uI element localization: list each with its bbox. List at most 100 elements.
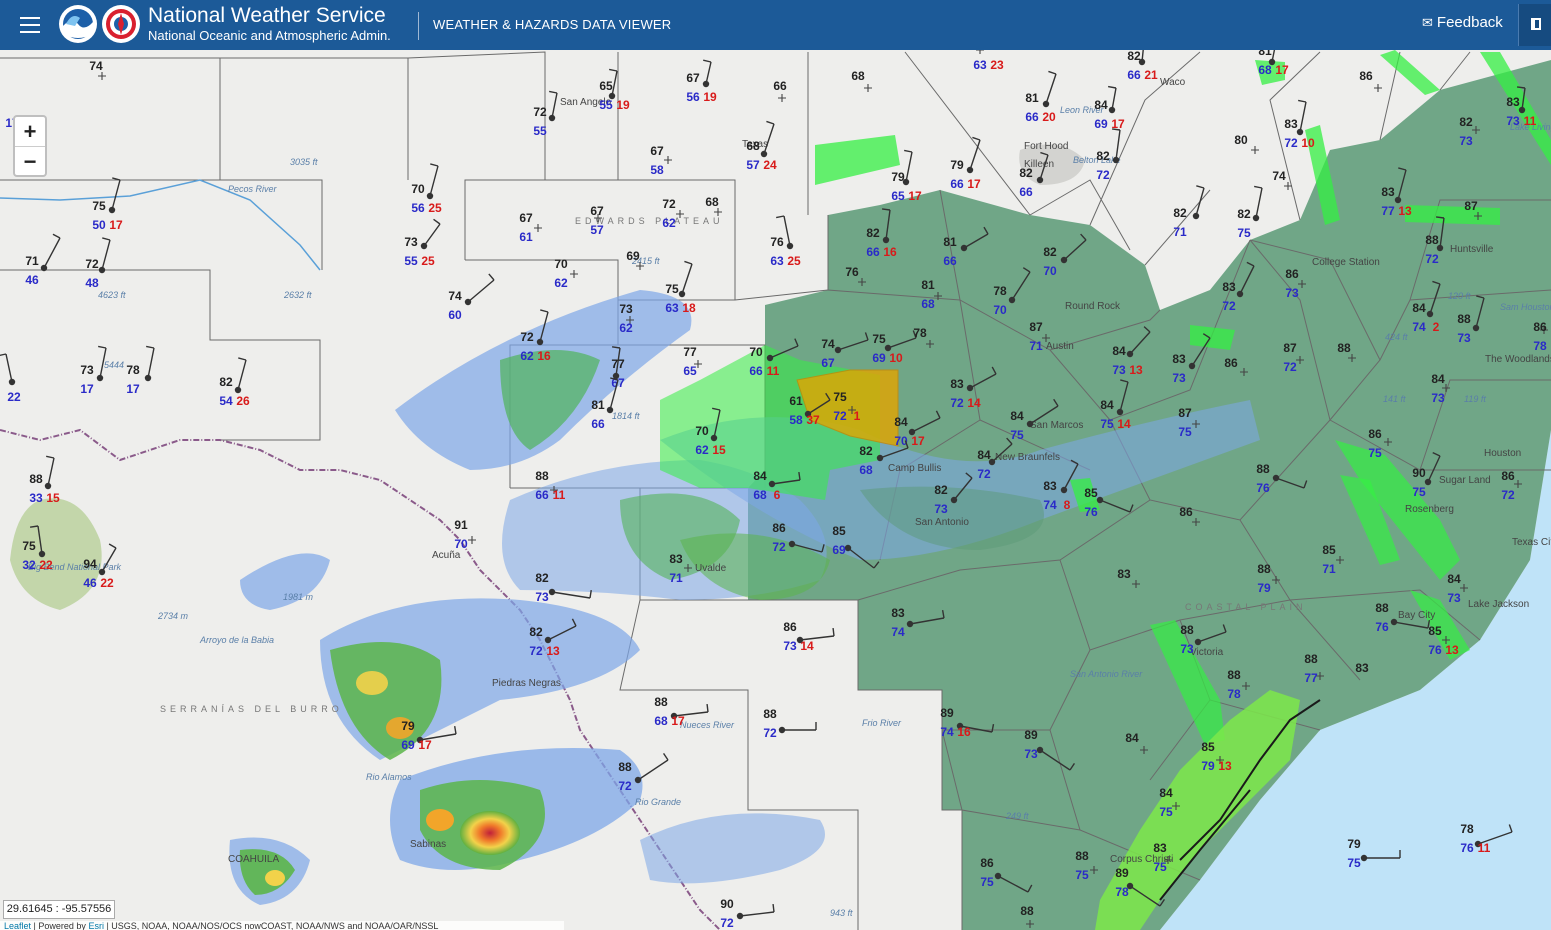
dewpoint-value: 72: [618, 779, 632, 793]
temperature-value: 88: [1337, 341, 1351, 355]
temperature-value: 88: [1075, 849, 1089, 863]
gust-value: 16: [883, 245, 897, 259]
station-dot: [1060, 486, 1068, 494]
dewpoint-value: 57: [746, 158, 760, 172]
panel-toggle-button[interactable]: [1518, 4, 1551, 46]
place-label: Camp Bullis: [888, 463, 941, 474]
temperature-value: 86: [1224, 356, 1238, 370]
temperature-value: 82: [219, 375, 233, 389]
temperature-value: 71: [25, 254, 39, 268]
temperature-value: 74: [1272, 169, 1286, 183]
dewpoint-value: 73: [1180, 642, 1194, 656]
zoom-in-button[interactable]: +: [15, 117, 45, 147]
feature-label: 2632 ft: [283, 290, 312, 300]
map-canvas[interactable]: EDWARDS PLATEAUSERRANÍAS DEL BURROCOASTA…: [0, 50, 1551, 930]
temperature-value: 61: [789, 394, 803, 408]
gust-value: 8: [1064, 498, 1071, 512]
station-dot: [1042, 100, 1050, 108]
dewpoint-value: 78: [1227, 687, 1241, 701]
feature-label: 943 ft: [830, 908, 853, 918]
station-plot[interactable]: 83: [1355, 661, 1369, 675]
place-label: Huntsville: [1450, 244, 1494, 255]
temperature-value: 81: [921, 278, 935, 292]
dewpoint-value: 78: [1115, 885, 1129, 899]
temperature-value: 88: [29, 472, 43, 486]
temperature-value: 83: [1355, 661, 1369, 675]
station-dot: [144, 374, 152, 382]
leaflet-link[interactable]: Leaflet: [4, 921, 31, 930]
feedback-button[interactable]: ✉ Feedback: [1422, 14, 1503, 31]
station-dot: [1036, 746, 1044, 754]
temperature-value: 83: [1284, 117, 1298, 131]
dewpoint-value: 22: [7, 390, 21, 404]
zoom-control: + −: [13, 115, 47, 177]
gust-value: 20: [1042, 110, 1056, 124]
dewpoint-value: 66: [950, 177, 964, 191]
temperature-value: 84: [1412, 301, 1426, 315]
temperature-value: 68: [705, 195, 719, 209]
gust-value: 19: [703, 90, 717, 104]
feature-label: Sam Houston National Forest: [1500, 302, 1551, 312]
temperature-value: 86: [1501, 469, 1515, 483]
station-dot: [606, 406, 614, 414]
station-dot: [44, 482, 52, 490]
temperature-value: 83: [950, 377, 964, 391]
gust-value: 17: [908, 189, 922, 203]
dewpoint-value: 72: [1501, 488, 1515, 502]
station-dot: [906, 620, 914, 628]
dewpoint-value: 66: [749, 364, 763, 378]
station-dot: [1194, 638, 1202, 646]
temperature-value: 82: [1127, 50, 1141, 63]
station-dot: [96, 374, 104, 382]
dewpoint-value: 75: [1412, 485, 1426, 499]
dewpoint-value: 68: [1258, 63, 1272, 77]
esri-link[interactable]: Esri: [88, 921, 104, 930]
agency-name[interactable]: National Weather Service: [148, 5, 386, 27]
feedback-label: Feedback: [1436, 14, 1503, 31]
zoom-out-button[interactable]: −: [15, 147, 45, 176]
temperature-value: 68: [746, 139, 760, 153]
station-dot: [1424, 478, 1432, 486]
gust-value: 22: [100, 576, 114, 590]
dewpoint-value: 74: [891, 625, 905, 639]
station-dot: [40, 264, 48, 272]
temperature-value: 84: [1010, 409, 1024, 423]
gust-value: 25: [787, 254, 801, 268]
dewpoint-value: 72: [720, 916, 734, 930]
place-label: Sabinas: [410, 839, 446, 850]
gust-value: 17: [418, 738, 432, 752]
dewpoint-value: 66: [591, 417, 605, 431]
station-dot: [1008, 296, 1016, 304]
dewpoint-value: 73: [934, 502, 948, 516]
temperature-value: 82: [859, 444, 873, 458]
dewpoint-value: 58: [650, 163, 664, 177]
temperature-value: 82: [1019, 166, 1033, 180]
temperature-value: 82: [1096, 149, 1110, 163]
gust-value: 18: [682, 301, 696, 315]
station-dot: [1126, 350, 1134, 358]
gust-value: 17: [109, 218, 123, 232]
hamburger-menu-icon[interactable]: [14, 10, 46, 40]
station-dot: [98, 266, 106, 274]
dewpoint-value: 72: [1283, 360, 1297, 374]
feature-label: 141 ft: [1383, 394, 1406, 404]
temperature-value: 73: [80, 363, 94, 377]
temperature-value: 84: [977, 448, 991, 462]
gust-value: 13: [1445, 643, 1459, 657]
gust-value: 25: [421, 254, 435, 268]
dewpoint-value: 63: [973, 58, 987, 72]
dewpoint-value: 66: [943, 254, 957, 268]
attribution-sources: | USGS, NOAA, NOAA/NOS/OCS nowCOAST, NOA…: [106, 921, 439, 930]
station-dot: [1272, 474, 1280, 482]
envelope-icon: ✉: [1422, 15, 1433, 30]
temperature-value: 79: [1347, 837, 1361, 851]
temperature-value: 72: [662, 197, 676, 211]
station-dot: [536, 338, 544, 346]
temperature-value: 83: [1117, 567, 1131, 581]
gust-value: 16: [957, 725, 971, 739]
temperature-value: 70: [749, 345, 763, 359]
temperature-value: 67: [650, 144, 664, 158]
station-dot: [464, 298, 472, 306]
dewpoint-value: 75: [1159, 805, 1173, 819]
gust-value: 13: [546, 644, 560, 658]
